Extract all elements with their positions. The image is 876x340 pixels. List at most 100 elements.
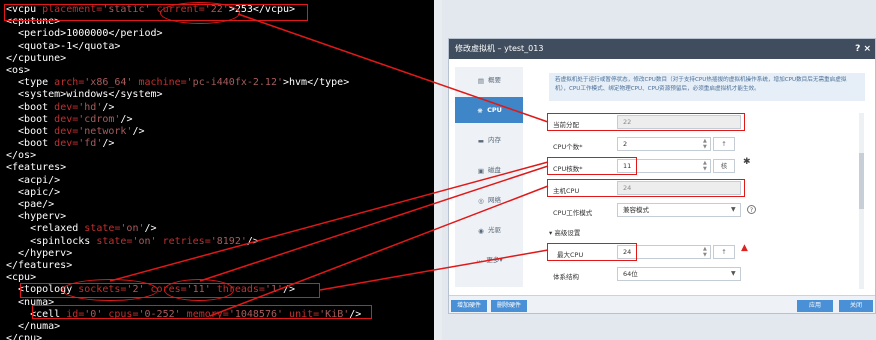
- xml-text: </os>: [6, 150, 37, 162]
- xml-line: </cpu>: [6, 333, 361, 340]
- xml-text: />: [102, 138, 115, 150]
- nav-item-disk[interactable]: ▣ 磁盘: [455, 157, 523, 183]
- summary-icon: ▤: [477, 77, 485, 85]
- help-icon[interactable]: ?: [747, 205, 756, 214]
- xml-attr: dev=: [54, 125, 79, 137]
- xml-value: 'cdrom': [78, 113, 121, 125]
- annotation-ellipse-cores: [164, 279, 234, 301]
- xml-text: <spinlocks: [6, 235, 97, 247]
- xml-attr: dev=: [54, 101, 79, 113]
- xml-text: <features>: [6, 162, 67, 174]
- xml-line: <boot dev='hd'/>: [6, 102, 361, 114]
- xml-line: <hyperv>: [6, 211, 361, 223]
- xml-line: <quota>-1</quota>: [6, 41, 361, 53]
- scrollbar-thumb[interactable]: [859, 153, 864, 209]
- xml-line: <spinlocks state='on' retries='8192'/>: [6, 236, 361, 248]
- xml-text: <hyperv>: [6, 211, 67, 223]
- xml-text: </numa>: [6, 320, 61, 332]
- work-mode-select[interactable]: 兼容模式: [617, 203, 741, 217]
- nav-item-network[interactable]: ◎ 网络: [455, 187, 523, 213]
- add-hardware-button[interactable]: 增加硬件: [451, 300, 487, 312]
- xml-line: <boot dev='network'/>: [6, 126, 361, 138]
- xml-text: <type: [6, 77, 55, 89]
- more-icon: ⋯: [476, 257, 483, 265]
- xml-line: <period>1000000</period>: [6, 28, 361, 40]
- nav-item-summary[interactable]: ▤ 概要: [455, 67, 523, 93]
- gear-icon[interactable]: ✱: [743, 157, 751, 167]
- chevron-down-icon: ▼: [731, 206, 736, 213]
- xml-value: 'x86_64': [84, 77, 133, 89]
- remove-hardware-button[interactable]: 删除硬件: [491, 300, 527, 312]
- xml-text: <period>1000000</period>: [6, 28, 163, 40]
- xml-line: </os>: [6, 150, 361, 162]
- xml-text: </cpu>: [6, 333, 43, 340]
- xml-text: />: [120, 113, 133, 125]
- xml-line: </cputune>: [6, 53, 361, 65]
- xml-value: 'on': [132, 235, 157, 247]
- xml-attr: machine=: [138, 77, 187, 89]
- network-icon: ◎: [478, 197, 484, 205]
- dialog-title-bar: 修改虚拟机 – ytest_013 ? ×: [449, 39, 875, 59]
- nav-item-memory[interactable]: ▬ 内存: [455, 127, 523, 153]
- xml-text: />: [144, 223, 157, 235]
- chevron-down-icon: ▼: [731, 270, 736, 277]
- dialog-sidebar: ▤ 概要 ❋ CPU ▬ 内存 ▣ 磁盘 ◎ 网络 ◉ 光驱 ⋯ 更多▾: [455, 67, 523, 287]
- nav-item-more[interactable]: ⋯ 更多▾: [455, 247, 523, 273]
- xml-text: />: [102, 101, 115, 113]
- xml-attr: state=: [96, 235, 133, 247]
- xml-text: <pae/>: [6, 199, 55, 210]
- xml-line: <relaxed state='on'/>: [6, 223, 361, 235]
- xml-value: 'network': [78, 125, 133, 137]
- xml-value: 'fd': [78, 138, 103, 150]
- xml-text: />: [246, 235, 259, 247]
- xml-line: </features>: [6, 260, 361, 272]
- disk-icon: ▣: [477, 167, 485, 175]
- work-mode-label: CPU工作模式: [553, 209, 593, 217]
- edit-vm-dialog: 修改虚拟机 – ytest_013 ? × ▤ 概要 ❋ CPU ▬ 内存 ▣ 磁盘 ◎…: [448, 38, 876, 314]
- max-cpu-stepper-down[interactable]: ▼: [703, 253, 707, 258]
- apply-button[interactable]: 应用: [797, 300, 833, 312]
- xml-text: </features>: [6, 259, 73, 271]
- cpu-cores-stepper-down[interactable]: ▼: [703, 167, 707, 172]
- advanced-settings-toggle[interactable]: ▾ 高级设置: [549, 227, 580, 237]
- annotation-box-cpu-cores: [547, 157, 637, 175]
- cpu-count-up-button[interactable]: ↑: [713, 137, 735, 151]
- xml-value: '8192': [210, 235, 247, 247]
- xml-text: >hvm</type>: [282, 77, 350, 89]
- close-button[interactable]: 关闭: [839, 300, 873, 312]
- xml-value: 'pc-i440fx-2.12': [186, 77, 283, 89]
- arch-label: 体系结构: [553, 273, 579, 281]
- annotation-box-max-cpu: [547, 243, 637, 261]
- xml-line: <type arch='x86_64' machine='pc-i440fx-2…: [6, 77, 361, 89]
- xml-line: <system>windows</system>: [6, 89, 361, 101]
- xml-line: <pae/>: [6, 199, 361, 211]
- xml-line: </hyperv>: [6, 248, 361, 260]
- xml-text: />: [132, 125, 145, 137]
- annotation-box-host-cpu: [547, 179, 745, 197]
- form-scrollbar[interactable]: [859, 113, 864, 289]
- cpu-count-stepper-down[interactable]: ▼: [703, 145, 707, 150]
- xml-line: </numa>: [6, 321, 361, 333]
- cpu-count-input[interactable]: 2: [617, 137, 711, 151]
- arch-select[interactable]: 64位: [617, 267, 741, 281]
- info-notice: 若虚拟机处于运行或暂停状态，修改CPU数目（对于支持CPU热插拔的虚拟机操作系统…: [549, 73, 865, 101]
- xml-line: <apic/>: [6, 187, 361, 199]
- xml-text: <acpi/>: [6, 174, 61, 186]
- nav-item-cdrom[interactable]: ◉ 光驱: [455, 217, 523, 243]
- xml-text: </hyperv>: [6, 247, 73, 259]
- xml-value: 'on': [120, 223, 145, 235]
- xml-attr: retries=: [162, 235, 211, 247]
- max-cpu-up-button[interactable]: ↑: [713, 245, 735, 259]
- terminal-panel: <vcpu placement='static' current='22'>25…: [0, 0, 434, 340]
- annotation-ellipse-current: [160, 2, 240, 24]
- nav-item-cpu[interactable]: ❋ CPU: [455, 97, 523, 123]
- cpu-cores-unit: 核: [713, 159, 735, 173]
- annotation-box-vcpu: [4, 4, 308, 21]
- dialog-close-button[interactable]: ? ×: [855, 39, 871, 59]
- dialog-title: 修改虚拟机 – ytest_013: [455, 44, 544, 53]
- memory-icon: ▬: [477, 137, 485, 145]
- xml-text: <relaxed: [6, 223, 85, 235]
- dialog-footer: 增加硬件 删除硬件 应用 关闭: [449, 295, 875, 313]
- xml-text: <boot: [6, 125, 55, 137]
- xml-attr: state=: [84, 223, 121, 235]
